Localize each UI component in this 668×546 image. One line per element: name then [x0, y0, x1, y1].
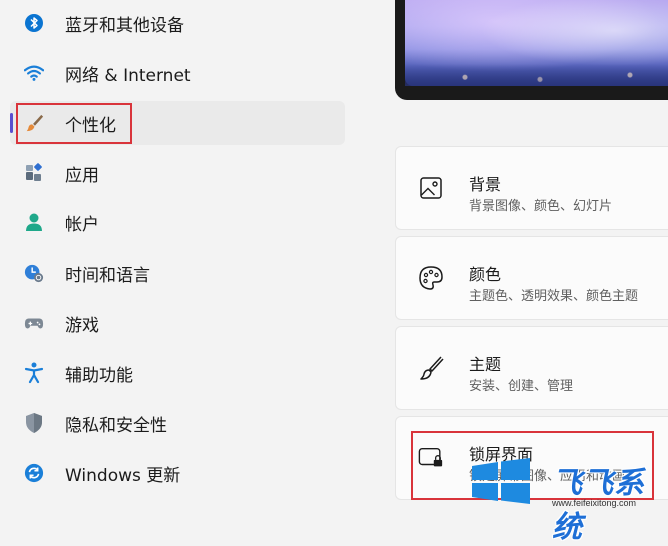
sidebar-item-label: 游戏: [65, 315, 99, 336]
gamepad-icon: [24, 313, 44, 333]
selection-indicator: [10, 113, 13, 133]
card-subtitle: 主题色、透明效果、颜色主题: [469, 289, 639, 304]
card-subtitle: 背景图像、颜色、幻灯片: [469, 199, 613, 214]
sidebar-item-network[interactable]: 网络 & Internet: [10, 51, 345, 95]
card-colors[interactable]: 颜色 主题色、透明效果、颜色主题: [395, 236, 668, 320]
wallpaper-preview: [395, 0, 668, 100]
watermark: 飞飞系统 www.feifeixitong.com: [470, 456, 668, 545]
update-icon: [24, 463, 44, 483]
card-title: 颜色: [469, 265, 502, 284]
sidebar-item-gaming[interactable]: 游戏: [10, 301, 345, 345]
account-icon: [24, 212, 44, 232]
wallpaper-image: [405, 0, 668, 86]
sidebar-item-bluetooth[interactable]: 蓝牙和其他设备: [10, 1, 345, 45]
sidebar-item-label: 应用: [65, 165, 99, 186]
theme-brush-icon: [418, 355, 444, 381]
sidebar-item-accounts[interactable]: 帐户: [10, 200, 345, 244]
sidebar-item-time-language[interactable]: 时间和语言: [10, 251, 345, 295]
sidebar-item-accessibility[interactable]: 辅助功能: [10, 351, 345, 395]
sidebar-item-apps[interactable]: 应用: [10, 151, 345, 195]
sidebar-item-label: 蓝牙和其他设备: [65, 15, 184, 36]
sidebar-item-label: Windows 更新: [65, 465, 181, 486]
shield-icon: [24, 413, 44, 433]
highlight-box-personalization: [16, 103, 132, 144]
palette-icon: [418, 265, 444, 291]
sidebar-item-label: 帐户: [65, 214, 99, 235]
sidebar-item-label: 时间和语言: [65, 265, 150, 286]
card-title: 主题: [469, 355, 502, 374]
card-subtitle: 安装、创建、管理: [469, 379, 574, 394]
sidebar-item-label: 辅助功能: [65, 365, 133, 386]
sidebar-item-windows-update[interactable]: Windows 更新: [10, 451, 345, 495]
apps-icon: [24, 163, 44, 183]
wifi-icon: [24, 63, 44, 83]
watermark-url: www.feifeixitong.com: [552, 498, 637, 508]
time-language-icon: [24, 263, 44, 283]
accessibility-icon: [24, 362, 44, 384]
settings-sidebar: 蓝牙和其他设备 网络 & Internet 个性化 应用 帐户 时间和语言 游戏…: [0, 0, 360, 512]
windows-logo-icon: [472, 458, 530, 504]
sidebar-item-label: 隐私和安全性: [65, 415, 167, 436]
card-themes[interactable]: 主题 安装、创建、管理: [395, 326, 668, 410]
sidebar-item-label: 网络 & Internet: [65, 65, 191, 86]
sidebar-item-privacy[interactable]: 隐私和安全性: [10, 401, 345, 445]
bluetooth-icon: [24, 13, 44, 33]
picture-icon: [418, 175, 444, 201]
card-title: 背景: [469, 175, 502, 194]
card-background[interactable]: 背景 背景图像、颜色、幻灯片: [395, 146, 668, 230]
